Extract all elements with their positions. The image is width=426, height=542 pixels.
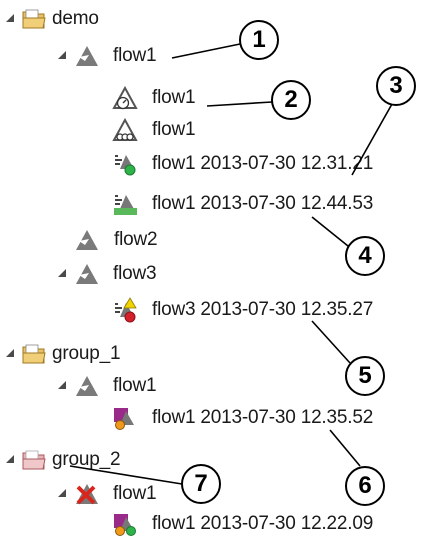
tree-node-label: flow1 (113, 483, 157, 504)
expand-arrow-icon[interactable] (58, 381, 68, 391)
tree-node-run-2[interactable]: flow1 2013-07-30 12.44.53 (112, 190, 422, 218)
leader-line-6 (329, 429, 361, 467)
run-warning-error-icon (112, 297, 138, 323)
run-running-icon (112, 191, 138, 217)
run-success-icon (112, 151, 138, 177)
tree-node-run-3[interactable]: flow3 2013-07-30 12.35.27 (112, 296, 422, 324)
callout-4: 4 (345, 236, 385, 276)
callout-6: 6 (345, 466, 385, 506)
tree-node-label: flow1 2013-07-30 12.44.53 (152, 193, 374, 214)
tree-node-label: flow1 (113, 375, 157, 396)
tree-node-run-5[interactable]: flow1 2013-07-30 12.22.09 (112, 510, 422, 538)
flow-icon (74, 43, 100, 69)
callout-5: 5 (345, 356, 385, 396)
tree-node-flow1-group1[interactable]: flow1 (58, 372, 238, 400)
tree-node-label: group_2 (52, 449, 121, 470)
callout-7: 7 (181, 464, 221, 504)
flow-timer-icon (112, 85, 138, 111)
callout-2: 2 (271, 80, 311, 120)
tree-node-label: demo (52, 8, 99, 29)
flow-deleted-icon (74, 481, 100, 507)
leader-line-4 (311, 216, 349, 247)
flow-icon (74, 227, 100, 253)
tree-node-label: flow3 (113, 263, 157, 284)
tree-node-demo[interactable]: demo (6, 5, 206, 33)
tree-node-label: flow1 2013-07-30 12.22.09 (152, 513, 374, 534)
tree-node-label: flow2 (114, 229, 158, 250)
tree-node-label: flow1 (113, 45, 157, 66)
expand-arrow-icon[interactable] (58, 269, 68, 279)
expand-arrow-icon[interactable] (58, 51, 68, 61)
run-stopped-icon (112, 405, 138, 431)
flow-icon (74, 261, 100, 287)
run-stopped-success-icon (112, 511, 138, 537)
tree-node-flow1[interactable]: flow1 (58, 42, 238, 70)
tree-node-label: flow1 (152, 119, 196, 140)
tree-node-group-1[interactable]: group_1 (6, 340, 206, 368)
tree-node-label: flow1 2013-07-30 12.35.52 (152, 407, 374, 428)
tree-node-run-1[interactable]: flow1 2013-07-30 12.31.21 (112, 150, 422, 178)
expand-arrow-icon[interactable] (6, 349, 16, 359)
callout-3: 3 (376, 66, 416, 106)
tree-node-label: flow1 2013-07-30 12.31.21 (152, 153, 374, 174)
folder-icon (21, 341, 47, 367)
expand-arrow-icon[interactable] (6, 14, 16, 24)
tree-node-run-4[interactable]: flow1 2013-07-30 12.35.52 (112, 404, 422, 432)
callout-1: 1 (239, 20, 279, 60)
tree-node-flow1-scheduled[interactable]: flow1 (112, 84, 262, 112)
tree-node-flow1-sub[interactable]: flow1 (112, 116, 262, 144)
expand-arrow-icon[interactable] (58, 489, 68, 499)
tree-node-label: flow1 (152, 87, 196, 108)
folder-icon (21, 6, 47, 32)
tree-node-flow3[interactable]: flow3 (58, 260, 238, 288)
flow-sub-icon (112, 117, 138, 143)
tree-node-label: flow3 2013-07-30 12.35.27 (152, 299, 374, 320)
tree-node-label: group_1 (52, 343, 121, 364)
expand-arrow-icon[interactable] (6, 455, 16, 465)
tree-node-flow2[interactable]: flow2 (74, 226, 224, 254)
tree-view-annotated: demo flow1 flow1 flow1 flow1 2013-07-30 … (0, 0, 426, 542)
leader-line-5 (311, 320, 351, 364)
tree-node-group-2[interactable]: group_2 (6, 446, 206, 474)
folder-disabled-icon (21, 447, 47, 473)
flow-icon (74, 373, 100, 399)
